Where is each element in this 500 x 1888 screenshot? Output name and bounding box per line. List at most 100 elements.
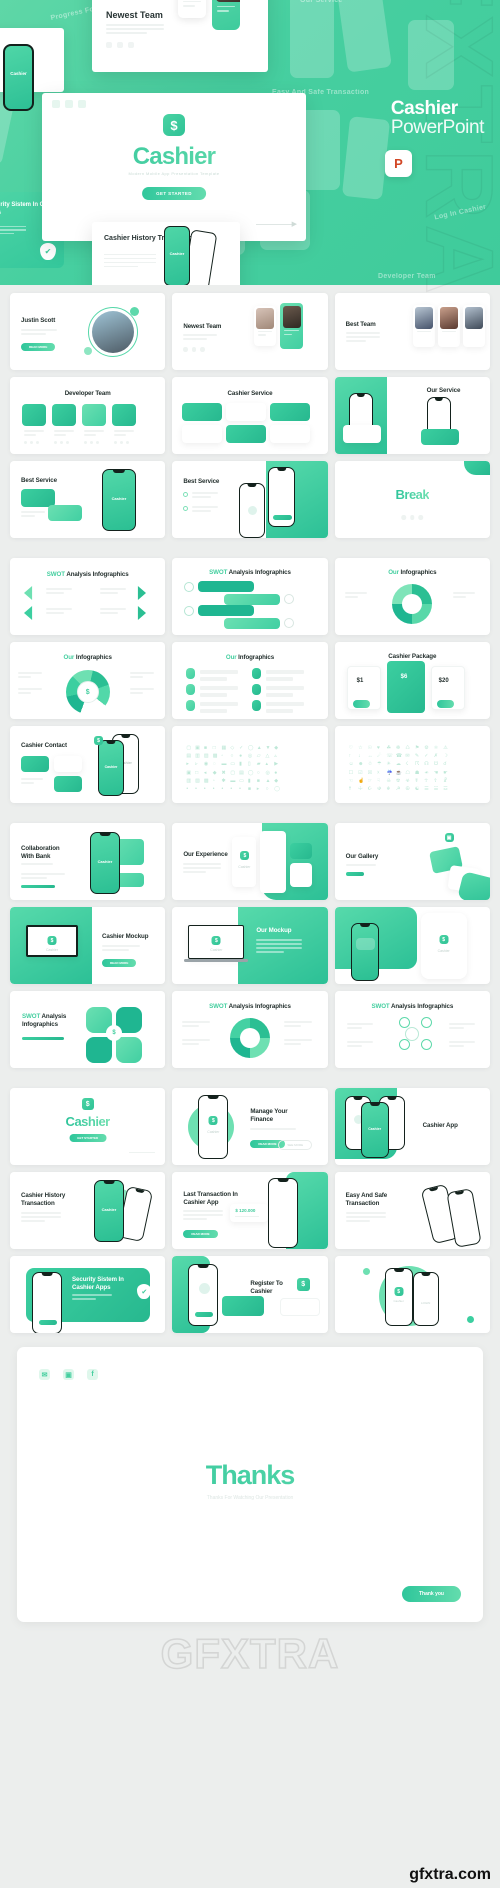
icon-glyph: ☋ bbox=[433, 761, 439, 768]
watermark-footer: gfxtra.com bbox=[409, 1866, 491, 1883]
slide-cashier-history-transaction[interactable]: Cashier History Transaction Cashier bbox=[10, 1172, 166, 1249]
slide-swot-bars[interactable]: SWOT Analysis Infographics bbox=[172, 558, 328, 635]
slide-best-service-b[interactable]: Best Service bbox=[172, 461, 328, 538]
icon-glyph: ☲ bbox=[443, 785, 448, 792]
icon-glyph: ↓ bbox=[358, 753, 361, 760]
icon-glyph: ▫ bbox=[221, 753, 224, 760]
slide-log-in-cashier[interactable]: LOGIN $ Cashier Log In Cashier bbox=[334, 1256, 490, 1333]
slide-our-service[interactable]: Our Service bbox=[334, 377, 490, 454]
icon-glyph: ◆ bbox=[274, 777, 279, 784]
slide-row: Collaboration With Bank Cashier Our Expe… bbox=[10, 823, 490, 900]
powerpoint-letter: P bbox=[394, 156, 403, 171]
icon-glyph: ⚙ bbox=[424, 745, 429, 751]
slide-register-to-cashier[interactable]: Register To Cashier $ bbox=[172, 1256, 328, 1333]
slide-swot-puzzle[interactable]: SWOT Analysis Infographics $ bbox=[10, 991, 166, 1068]
slide-cashier-cover[interactable]: $ Cashier GET STARTED bbox=[10, 1088, 166, 1165]
slide-newest-team[interactable]: Newest Team bbox=[172, 293, 328, 370]
icon-glyph: ◯ bbox=[247, 769, 254, 776]
read-more-button[interactable]: READ MORE bbox=[21, 343, 56, 352]
slide-swot-arrows[interactable]: SWOT Analysis Infographics bbox=[10, 558, 166, 635]
phone-label: Cashier bbox=[97, 859, 113, 865]
twitter-icon[interactable]: ✉ bbox=[39, 1369, 50, 1380]
slide-row: Cashier Contact Cashier Cashier $ ▢ ▣ ■ □ ▦ ◇… bbox=[10, 726, 490, 803]
avatar bbox=[92, 311, 134, 353]
slide-security-sistem[interactable]: Security Sistem In Cashier Apps ✔ bbox=[10, 1256, 166, 1333]
slide-grid: Justin Scott READ MORE Newest Team Best bbox=[0, 285, 500, 1333]
icon-glyph: ☓ bbox=[377, 769, 380, 776]
slide-title-rest: Analysis Infographics bbox=[227, 569, 291, 576]
slide-our-gallery[interactable]: Our Gallery ▣ bbox=[334, 823, 490, 900]
slide-manage-your-finance[interactable]: $ Cashier Manage Your Finance READ MORE … bbox=[172, 1088, 328, 1165]
slide-cashier-app[interactable]: Cashier Cashier App bbox=[334, 1088, 490, 1165]
instagram-icon[interactable]: ▣ bbox=[63, 1369, 74, 1380]
icon-glyph: ☛ bbox=[443, 769, 448, 776]
thank-you-button[interactable]: Thank you bbox=[401, 1586, 461, 1602]
slide-row: Justin Scott READ MORE Newest Team Best bbox=[10, 293, 490, 370]
icon-glyph: ♥ bbox=[377, 745, 380, 751]
slide-cashier-mockup[interactable]: $ Cashier Cashier Mockup READ MORE bbox=[10, 907, 166, 984]
team-card-1 bbox=[254, 306, 277, 346]
slide-title-accent: Our bbox=[63, 654, 75, 661]
chevron-right-icon[interactable]: ▶ bbox=[292, 220, 297, 228]
read-more-button[interactable]: READ MORE bbox=[102, 959, 137, 968]
slide-swot-donut[interactable]: SWOT Analysis Infographics bbox=[172, 991, 328, 1068]
icon-glyph: ☻ bbox=[358, 761, 364, 768]
icon-glyph: ◉ bbox=[203, 761, 209, 768]
slide-title-accent: Our bbox=[225, 654, 237, 661]
get-started-button[interactable]: GET STARTED bbox=[69, 1134, 107, 1143]
watermark-right: GFXTRA bbox=[405, 0, 500, 301]
dollar-icon: $ bbox=[296, 1278, 310, 1291]
slide-thanks[interactable]: ✉ ▣ f Thanks Thanks For Watching Our Pre… bbox=[17, 1347, 483, 1622]
slide-collaboration-with-bank[interactable]: Collaboration With Bank Cashier bbox=[10, 823, 166, 900]
slide-title: Justin Scott bbox=[21, 317, 56, 324]
slide-our-mockup[interactable]: $ Cashier Our Mockup bbox=[172, 907, 328, 984]
group-separator bbox=[10, 545, 490, 558]
icon-pack-grid: ♡ ☆ ☉ ♥ ☘ ☸ ♺ ⚑ ⚙ ⚛ ⚠ ↑ ↓ ↔ ☄ ☏ ☎ ✉ ✎ ✓ ✗ ☽ ☺ ☻ ☃ ☂ ☀ ☁ ☇ ☈ ☊ ☋ ☌ ☐ ☑ ☒ ☓… bbox=[349, 746, 450, 792]
slide-title-rest: Analysis Infographics bbox=[64, 571, 129, 578]
slide-developer-team[interactable]: Developer Team bbox=[10, 377, 166, 454]
slide-our-infographics-pins[interactable]: Our Infographics bbox=[172, 642, 328, 719]
slide-available-now[interactable]: $ Cashier Available Now bbox=[334, 907, 490, 984]
hero-get-started-button[interactable]: GET STARTED bbox=[142, 187, 206, 200]
slide-icon-pack-2[interactable]: ♡ ☆ ☉ ♥ ☘ ☸ ♺ ⚑ ⚙ ⚛ ⚠ ↑ ↓ ↔ ☄ ☏ ☎ ✉ ✎ ✓ ✗ ☽ ☺ ☻ ☃ ☂ ☀ ☁ ☇ ☈ ☊ ☋ ☌ ☐ ☑ ☒ ☓… bbox=[334, 726, 490, 803]
transaction-amount: $ 120.000 bbox=[235, 1208, 256, 1213]
slide-cashier-package[interactable]: Cashier Package $1 $6 $20 bbox=[334, 642, 490, 719]
slide-cashier-contact[interactable]: Cashier Contact Cashier Cashier $ bbox=[10, 726, 166, 803]
slide-our-infographics-wheel[interactable]: Our Infographics $ bbox=[10, 642, 166, 719]
icon-glyph: ☱ bbox=[433, 785, 439, 792]
thanks-title: Thanks bbox=[17, 1460, 483, 1491]
icon-glyph: ☖ bbox=[405, 769, 410, 776]
slide-title-accent: SWOT bbox=[371, 1003, 390, 1010]
facebook-icon[interactable]: f bbox=[87, 1369, 98, 1380]
instagram-icon bbox=[65, 100, 73, 108]
icon-glyph: ☺ bbox=[348, 761, 354, 768]
see-more-button[interactable]: SEE MORE bbox=[278, 1140, 313, 1151]
slide-best-service-a[interactable]: Best Service Cashier bbox=[10, 461, 166, 538]
icon-glyph: ⚛ bbox=[433, 745, 439, 751]
hero-brand-line2: PowerPoint bbox=[390, 117, 485, 138]
icon-glyph: ☯ bbox=[414, 785, 420, 792]
slide-icon-pack-1[interactable]: ▢ ▣ ■ □ ▦ ◇ ✓ ◯ ▲ ▼ ◆ ▤ ▥ ▧ ▩ ▫ ○ ● ◎ ▱ △ ▵ ▸ ▹ ◉ ◌ ▬ ▭ ▮ ▯ ▰ ▴ ▶ ▣ □ ◂ ◆… bbox=[172, 726, 328, 803]
icon-glyph: ☃ bbox=[367, 761, 373, 768]
device-frame: $ Cashier bbox=[26, 925, 78, 957]
icon-glyph: ▢ bbox=[230, 769, 236, 776]
laptop-frame: $ Cashier bbox=[188, 925, 245, 959]
icon-glyph: ■ bbox=[247, 785, 251, 792]
slide-cashier-service[interactable]: Cashier Service bbox=[172, 377, 328, 454]
read-more-button[interactable]: READ MORE bbox=[183, 1230, 218, 1239]
slide-last-transaction[interactable]: Last Transaction In Cashier App READ MOR… bbox=[172, 1172, 328, 1249]
slide-title: Last Transaction In Cashier App bbox=[183, 1191, 238, 1206]
slide-our-infographics-donut[interactable]: Our Infographics bbox=[334, 558, 490, 635]
slide-our-experience[interactable]: Our Experience $ Cashier bbox=[172, 823, 328, 900]
icon-glyph: ☞ bbox=[367, 777, 373, 784]
slide-best-team[interactable]: Best Team bbox=[334, 293, 490, 370]
slide-justin-scott[interactable]: Justin Scott READ MORE bbox=[10, 293, 166, 370]
slide-easy-and-safe-transaction[interactable]: Easy And Safe Transaction bbox=[334, 1172, 490, 1249]
slide-break[interactable]: Break bbox=[334, 461, 490, 538]
hero-main-title: Cashier bbox=[42, 143, 306, 171]
icon-glyph: ○ bbox=[265, 785, 269, 792]
amount-card: $ 120.000 bbox=[230, 1204, 269, 1222]
slide-swot-nodes[interactable]: SWOT Analysis Infographics bbox=[334, 991, 490, 1068]
phone-label: Cashier bbox=[238, 865, 251, 869]
price-tier-3: $20 bbox=[438, 678, 449, 684]
